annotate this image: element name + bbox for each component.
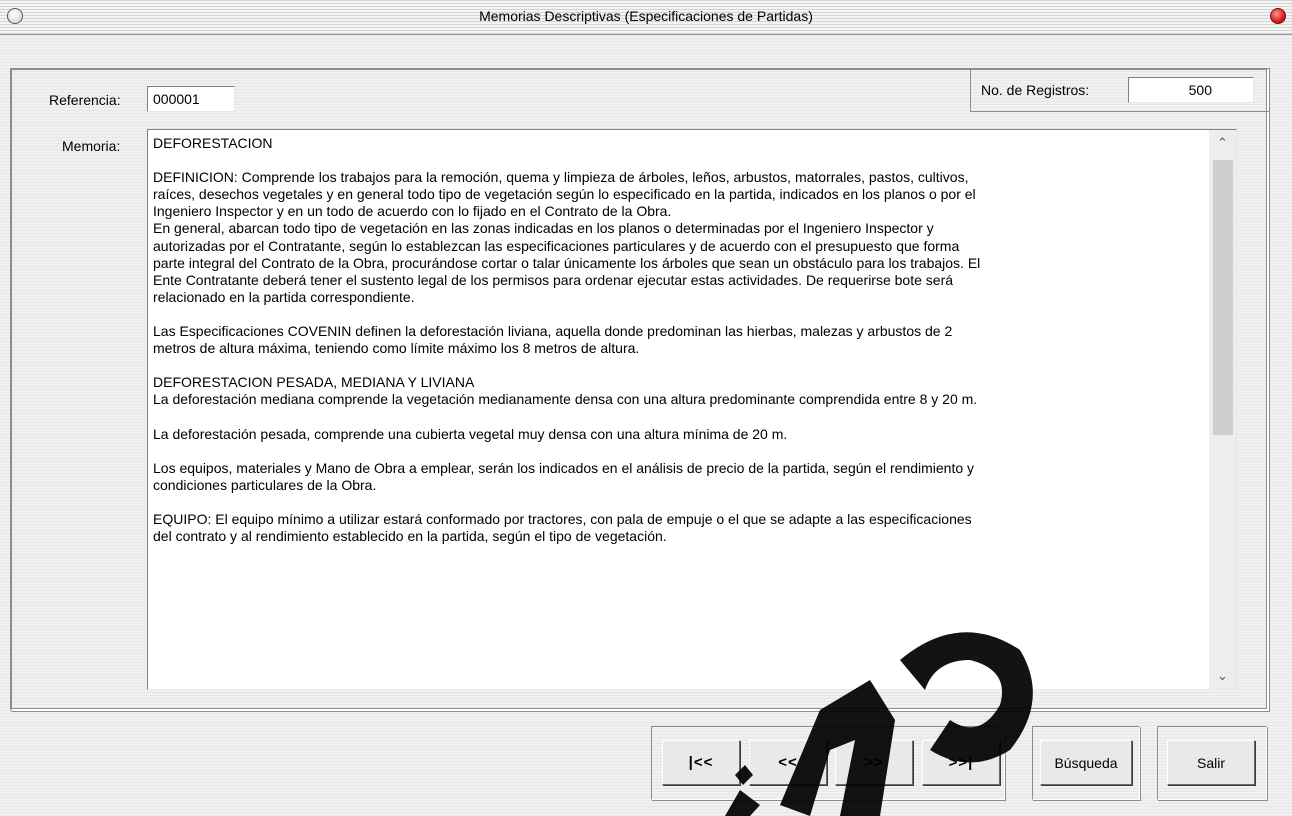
memoria-text[interactable]: DEFORESTACION DEFINICION: Comprende los …: [153, 135, 1203, 545]
search-button[interactable]: Búsqueda: [1040, 740, 1132, 785]
memoria-label: Memoria:: [62, 138, 121, 154]
window-title: Memorias Descriptivas (Especificaciones …: [479, 8, 813, 24]
previous-record-button[interactable]: <<: [749, 740, 827, 785]
memoria-textarea[interactable]: DEFORESTACION DEFINICION: Comprende los …: [147, 129, 1237, 690]
title-bar: Memorias Descriptivas (Especificaciones …: [0, 0, 1292, 35]
vertical-scrollbar[interactable]: ⌃ ⌄: [1209, 130, 1236, 689]
referencia-field[interactable]: 000001: [147, 86, 235, 112]
first-record-button[interactable]: |<<: [662, 740, 740, 785]
next-record-button[interactable]: >>: [835, 740, 913, 785]
referencia-label: Referencia:: [49, 92, 121, 108]
chevron-up-icon[interactable]: ⌃: [1209, 130, 1236, 156]
exit-button[interactable]: Salir: [1167, 740, 1255, 785]
last-record-button[interactable]: >>|: [922, 740, 1000, 785]
chevron-down-icon[interactable]: ⌄: [1209, 663, 1236, 689]
registros-label: No. de Registros:: [981, 82, 1090, 98]
registros-field: 500: [1128, 77, 1254, 103]
close-circle-icon[interactable]: [1270, 8, 1286, 24]
scrollbar-thumb[interactable]: [1213, 160, 1233, 435]
